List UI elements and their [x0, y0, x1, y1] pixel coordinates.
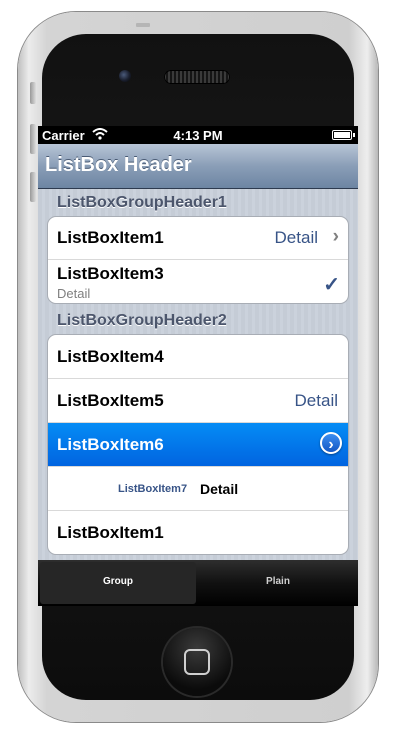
- list-item[interactable]: ListBoxItem3 Detail ✓: [48, 259, 348, 303]
- list-item[interactable]: ListBoxItem4: [48, 335, 348, 378]
- tab-group-label: Group: [103, 576, 133, 587]
- chevron-right-icon: ›: [332, 226, 339, 247]
- list-item-title: ListBoxItem4: [57, 347, 164, 366]
- list-item-selected[interactable]: ListBoxItem6 ›: [48, 422, 348, 466]
- group-1: ListBoxItem1 Detail › ListBoxItem3 Detai…: [47, 216, 349, 304]
- front-camera: [119, 70, 131, 82]
- list-item-title: ListBoxItem6: [57, 435, 164, 454]
- list-item-detail: Detail: [294, 391, 338, 410]
- earpiece-speaker: [164, 70, 230, 84]
- group-header-2: ListBoxGroupHeader2: [57, 312, 227, 329]
- list-item-title: ListBoxItem5: [57, 391, 164, 410]
- list-item-detail: Detail: [274, 228, 318, 247]
- list-item-title: ListBoxItem1: [57, 228, 164, 247]
- clock: 4:13 PM: [173, 128, 223, 143]
- volume-up-button: [30, 124, 36, 154]
- battery-icon: [332, 130, 352, 140]
- battery-tip: [353, 133, 355, 137]
- tab-plain-label: Plain: [266, 576, 290, 587]
- disclosure-button-icon[interactable]: ›: [320, 432, 342, 454]
- power-button: [136, 23, 150, 27]
- tab-group[interactable]: Group: [40, 562, 196, 604]
- home-button[interactable]: [163, 628, 231, 696]
- list-item[interactable]: ListBoxItem5 Detail: [48, 378, 348, 422]
- screen: Carrier 4:13 PM ListBox Header ListBoxGr…: [38, 126, 358, 606]
- status-bar: Carrier 4:13 PM: [38, 126, 358, 144]
- list-item[interactable]: ListBoxItem7 Detail: [48, 466, 348, 510]
- list-item-label: ListBoxItem7: [118, 483, 188, 495]
- list-item-subtitle: Detail: [57, 286, 91, 301]
- list-item-title: ListBoxItem1: [57, 523, 164, 542]
- navigation-bar: ListBox Header: [38, 144, 358, 189]
- list-content[interactable]: ListBoxGroupHeader1 ListBoxItem1 Detail …: [38, 189, 358, 561]
- list-item-detail: Detail: [200, 481, 239, 497]
- list-item[interactable]: ListBoxItem1: [48, 510, 348, 554]
- home-square-icon: [184, 649, 210, 675]
- list-item-title: ListBoxItem3: [57, 264, 164, 283]
- tab-plain[interactable]: Plain: [200, 562, 356, 604]
- checkmark-icon: ✓: [323, 274, 340, 296]
- list-item[interactable]: ListBoxItem1 Detail ›: [48, 217, 348, 259]
- mute-switch: [30, 82, 36, 104]
- group-header-1: ListBoxGroupHeader1: [57, 194, 227, 211]
- tab-bar: Group Plain: [38, 560, 358, 606]
- group-2: ListBoxItem4 ListBoxItem5 Detail ListBox…: [47, 334, 349, 555]
- volume-down-button: [30, 172, 36, 202]
- nav-title: ListBox Header: [45, 154, 192, 176]
